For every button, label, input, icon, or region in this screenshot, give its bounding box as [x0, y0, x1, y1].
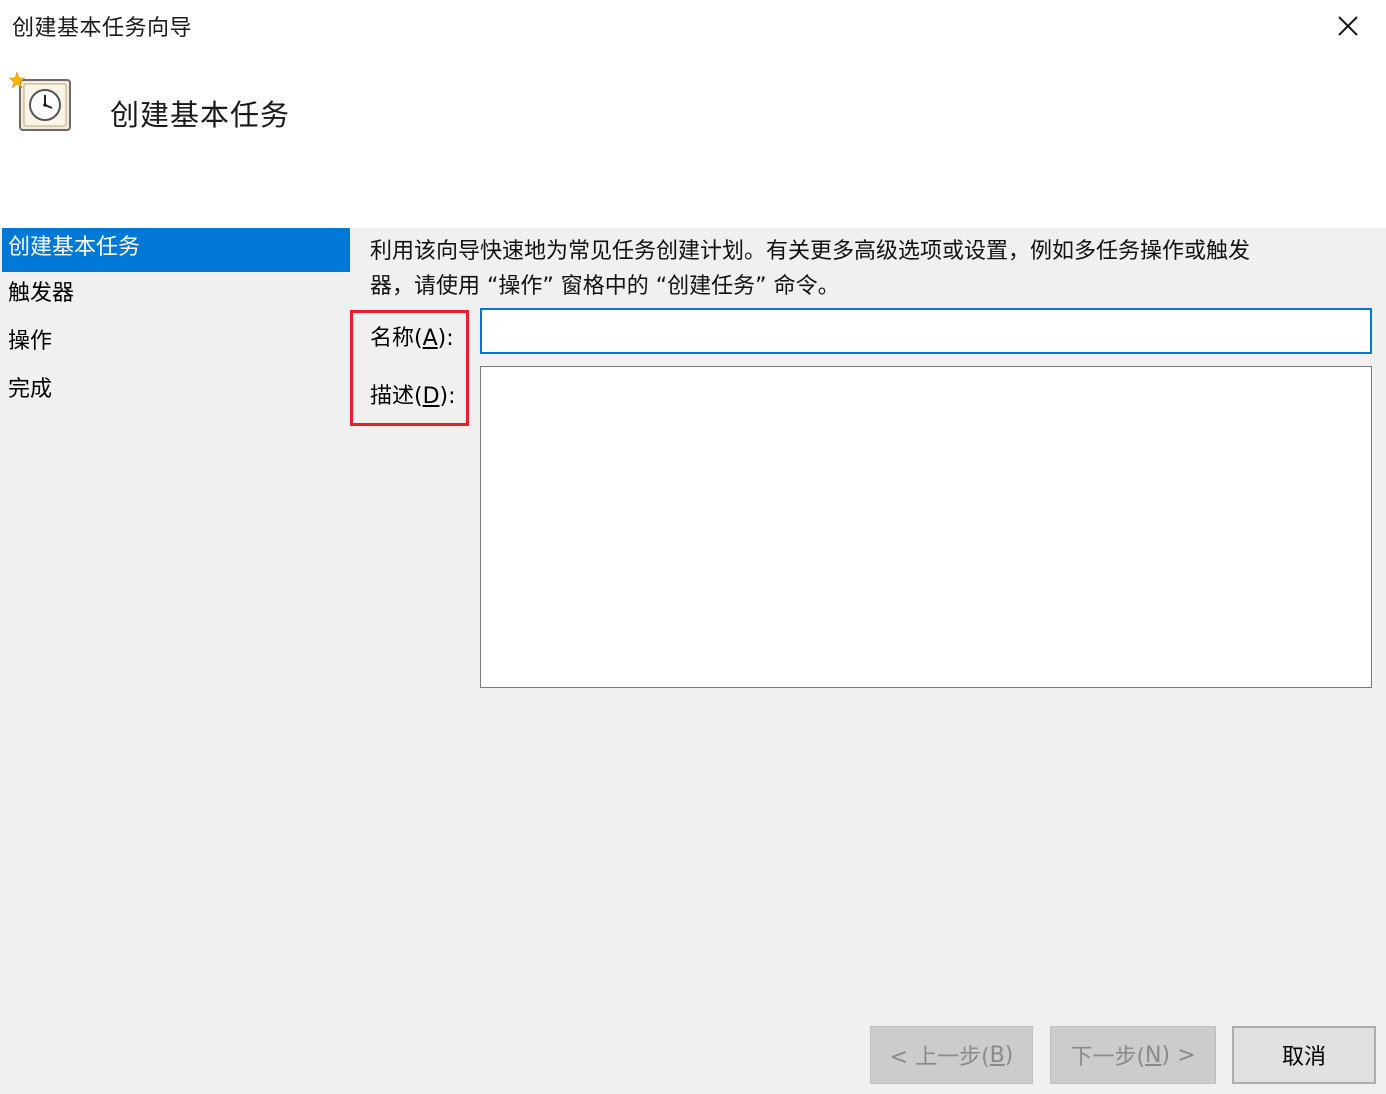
name-label-suffix: ): [437, 326, 454, 351]
cancel-button[interactable]: 取消 [1232, 1026, 1376, 1084]
wizard-window: 创建基本任务向导 创建基本任务 创建基本任务 触发器 操作 完成 利用该向导快速… [0, 0, 1386, 1094]
intro-line-1: 利用该向导快速地为常见任务创建计划。有关更多高级选项或设置，例如多任务操作或触发 [370, 239, 1251, 264]
back-button-accesskey: B [989, 1042, 1005, 1068]
next-button-accesskey: N [1145, 1042, 1162, 1068]
name-label-prefix: 名称( [370, 326, 423, 351]
sidebar-item-label: 完成 [8, 377, 53, 402]
name-label-accesskey: A [422, 326, 438, 351]
sidebar-item-label: 创建基本任务 [8, 235, 141, 260]
wizard-steps-sidebar: 创建基本任务 触发器 操作 完成 [0, 228, 350, 448]
next-button-suffix: ) > [1161, 1042, 1196, 1068]
description-label: 描述(D): [370, 378, 456, 410]
description-textarea[interactable] [480, 366, 1372, 688]
wizard-header: 创建基本任务 [0, 56, 1386, 228]
sidebar-item-label: 操作 [8, 329, 53, 354]
window-title: 创建基本任务向导 [12, 16, 193, 41]
sidebar-item-finish[interactable]: 完成 [2, 370, 350, 414]
back-button[interactable]: < 上一步(B) [870, 1026, 1033, 1084]
sidebar-item-create-basic-task[interactable]: 创建基本任务 [2, 228, 350, 272]
sidebar-item-trigger[interactable]: 触发器 [2, 274, 350, 318]
sidebar-item-label: 触发器 [8, 281, 75, 306]
intro-text: 利用该向导快速地为常见任务创建计划。有关更多高级选项或设置，例如多任务操作或触发… [370, 234, 1360, 304]
description-label-suffix: ): [439, 384, 456, 409]
sidebar-item-action[interactable]: 操作 [2, 322, 350, 366]
back-button-prefix: < 上一步( [889, 1045, 990, 1070]
close-icon [1338, 16, 1358, 36]
intro-line-2: 器，请使用 “操作” 窗格中的 “创建任务” 命令。 [370, 274, 840, 299]
name-label: 名称(A): [370, 320, 454, 352]
page-title: 创建基本任务 [110, 98, 291, 132]
back-button-suffix: ) [1004, 1042, 1014, 1068]
next-button[interactable]: 下一步(N) > [1050, 1026, 1216, 1084]
description-label-accesskey: D [422, 384, 440, 409]
title-bar: 创建基本任务向导 [0, 0, 1386, 56]
next-button-prefix: 下一步( [1070, 1045, 1146, 1070]
close-button[interactable] [1328, 6, 1368, 46]
cancel-button-label: 取消 [1281, 1045, 1326, 1070]
name-input[interactable] [480, 308, 1372, 354]
description-label-prefix: 描述( [370, 384, 423, 409]
task-scheduler-clock-icon [8, 72, 71, 131]
